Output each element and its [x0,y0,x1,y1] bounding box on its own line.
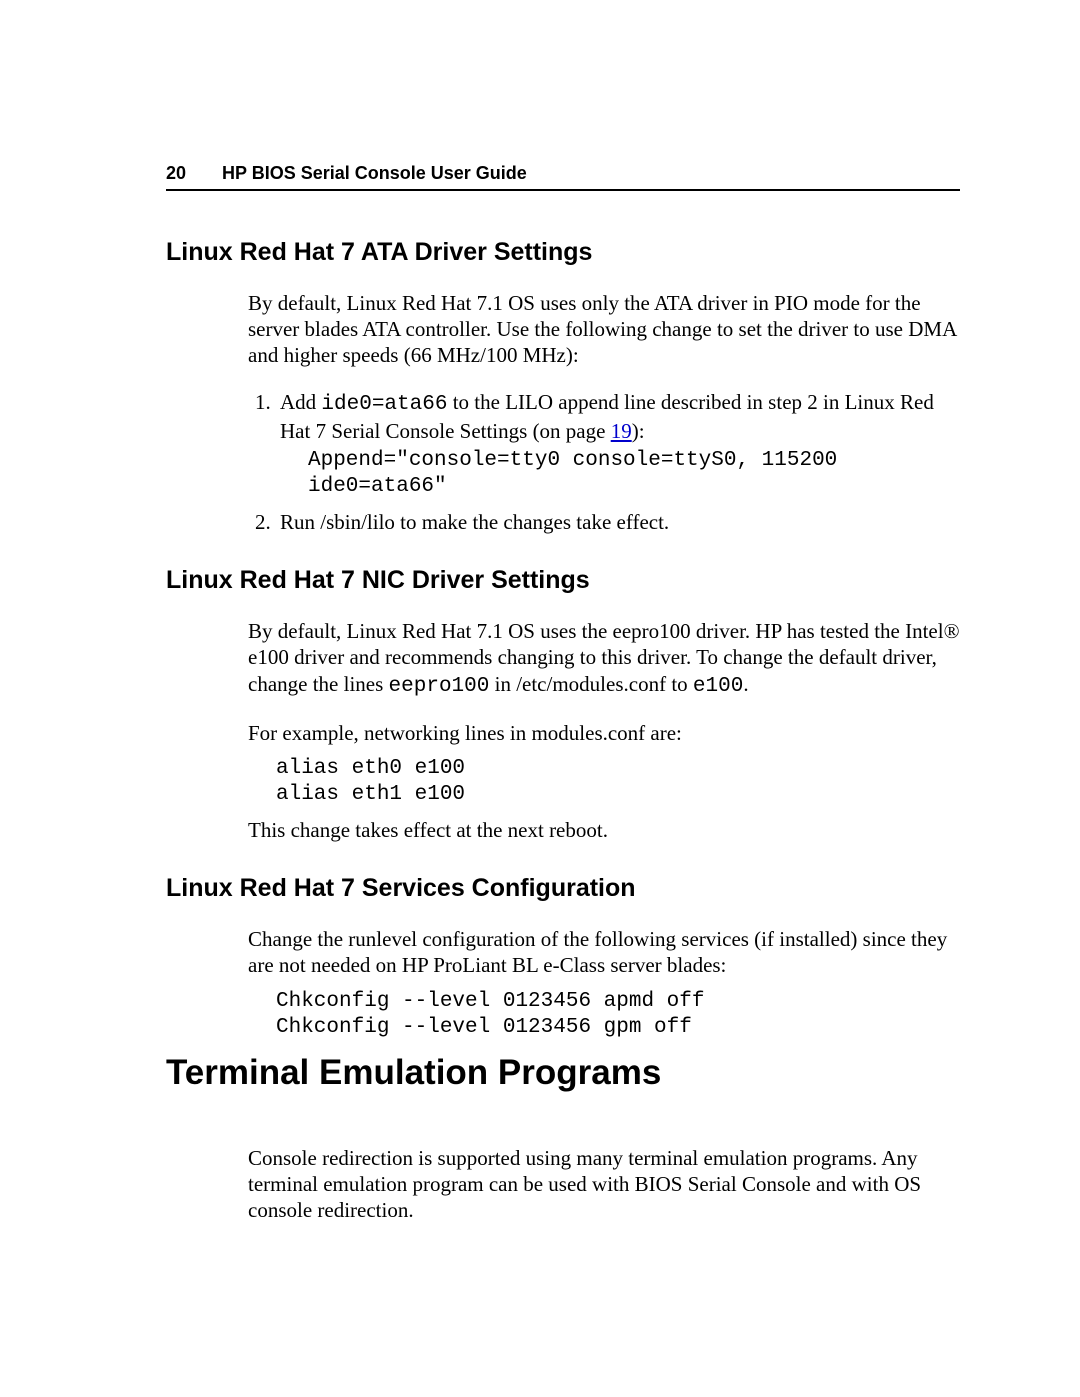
nic-p1: By default, Linux Red Hat 7.1 OS uses th… [248,618,960,700]
nic-p1-b: in /etc/modules.conf to [489,672,693,696]
ata-step-2: Run /sbin/lilo to make the changes take … [276,509,960,535]
ata-code-block: Append="console=tty0 console=ttyS0, 1152… [308,448,960,501]
ata-step1-post-b: ): [632,419,645,443]
heading-services: Linux Red Hat 7 Services Configuration [166,873,960,904]
ata-steps: Add ide0=ata66 to the LILO append line d… [248,389,960,535]
heading-terminal: Terminal Emulation Programs [166,1051,960,1095]
page: 20 HP BIOS Serial Console User Guide Lin… [0,0,1080,1397]
section-terminal: Terminal Emulation Programs Console redi… [166,1051,960,1224]
nic-code-block: alias eth0 e100 alias eth1 e100 [276,756,960,809]
page-ref-link[interactable]: 19 [611,419,632,443]
body-ata: By default, Linux Red Hat 7.1 OS uses on… [248,290,960,535]
page-number: 20 [166,162,186,185]
heading-ata: Linux Red Hat 7 ATA Driver Settings [166,237,960,268]
heading-nic: Linux Red Hat 7 NIC Driver Settings [166,565,960,596]
document-title: HP BIOS Serial Console User Guide [222,162,527,185]
ata-step-1: Add ide0=ata66 to the LILO append line d… [276,389,960,501]
nic-p3: This change takes effect at the next reb… [248,817,960,843]
body-terminal: Console redirection is supported using m… [248,1145,960,1224]
nic-p1-c: . [743,672,748,696]
body-services: Change the runlevel configuration of the… [248,926,960,1041]
section-services: Linux Red Hat 7 Services Configuration C… [166,873,960,1041]
nic-p2: For example, networking lines in modules… [248,720,960,746]
svc-code-block: Chkconfig --level 0123456 apmd off Chkco… [276,989,960,1042]
body-nic: By default, Linux Red Hat 7.1 OS uses th… [248,618,960,843]
nic-p1-code2: e100 [693,675,743,698]
ata-step1-pre: Add [280,390,321,414]
nic-p1-code1: eepro100 [389,675,490,698]
section-ata: Linux Red Hat 7 ATA Driver Settings By d… [166,237,960,535]
ata-intro: By default, Linux Red Hat 7.1 OS uses on… [248,290,960,369]
svc-p1: Change the runlevel configuration of the… [248,926,960,979]
term-p1: Console redirection is supported using m… [248,1145,960,1224]
ata-step1-inline-code: ide0=ata66 [321,393,447,416]
section-nic: Linux Red Hat 7 NIC Driver Settings By d… [166,565,960,843]
running-head: 20 HP BIOS Serial Console User Guide [166,162,960,191]
